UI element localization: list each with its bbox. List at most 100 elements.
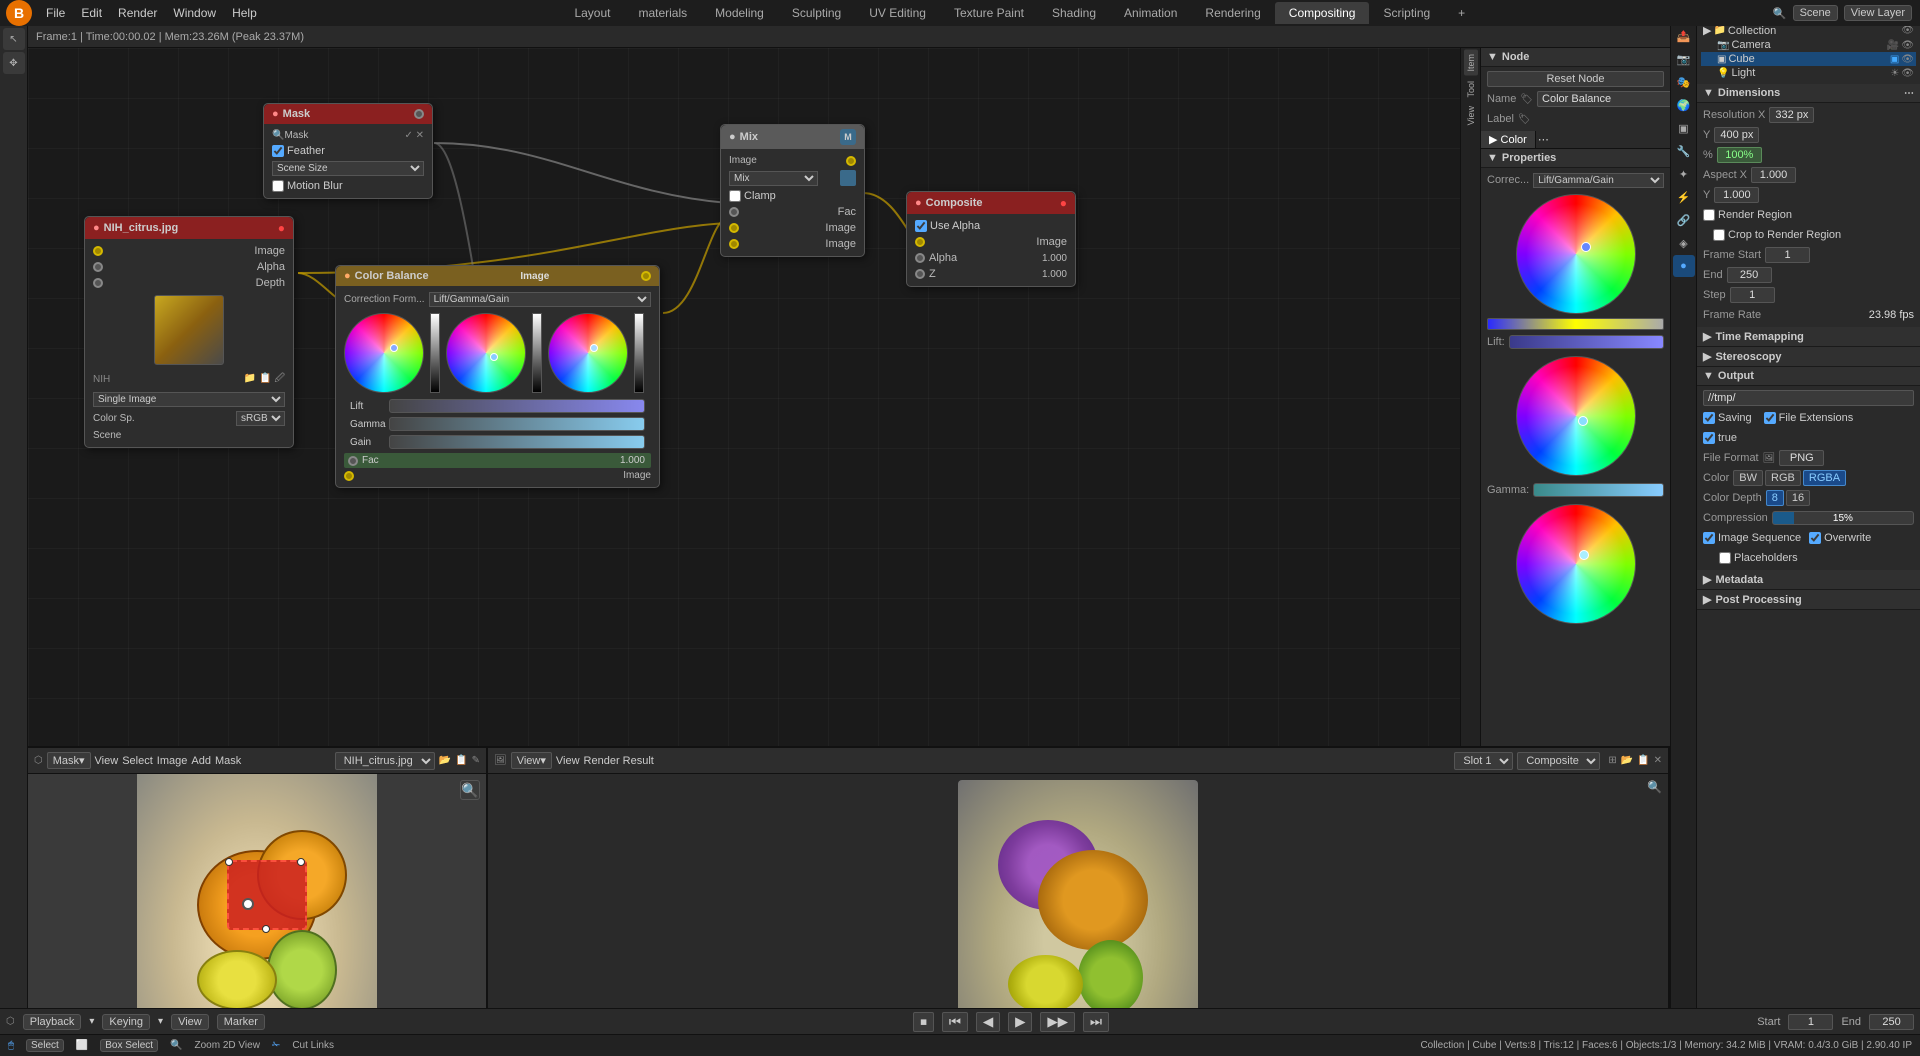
tab-materials[interactable]: materials <box>624 2 701 24</box>
tab-sculpting[interactable]: Sculpting <box>778 2 855 24</box>
tab-modeling[interactable]: Modeling <box>701 2 778 24</box>
tab-layout[interactable]: Layout <box>560 2 624 24</box>
tab-texture-paint[interactable]: Texture Paint <box>940 2 1038 24</box>
props-icon-scene[interactable]: 🎭 <box>1673 71 1695 93</box>
sidebar-tool-2[interactable]: ↖ <box>3 28 25 50</box>
node-canvas-area[interactable]: ● Mask 🔍 Mask ✓ ✕ <box>28 48 1460 746</box>
mask-point-1[interactable] <box>225 858 233 866</box>
frame-end-val[interactable]: 250 <box>1727 267 1772 283</box>
color-balance-node[interactable]: ● Color Balance Image Correction Form...… <box>335 265 660 488</box>
depth-8-btn[interactable]: 8 <box>1766 490 1784 506</box>
composite-select[interactable]: Composite <box>1517 752 1600 770</box>
mask-point-3[interactable] <box>262 925 270 933</box>
scene-selector[interactable]: Scene <box>1793 5 1838 21</box>
sidebar-tool-3[interactable]: ✥ <box>3 52 25 74</box>
file-format-val[interactable]: PNG <box>1779 450 1824 466</box>
view-timeline-menu[interactable]: View <box>171 1014 209 1030</box>
img-add-btn[interactable]: Add <box>191 755 211 767</box>
mask-node[interactable]: ● Mask 🔍 Mask ✓ ✕ <box>263 103 433 199</box>
mask-point-2[interactable] <box>297 858 305 866</box>
props-icon-constraints[interactable]: 🔗 <box>1673 209 1695 231</box>
bw-btn[interactable]: BW <box>1733 470 1763 486</box>
tab-shading[interactable]: Shading <box>1038 2 1110 24</box>
props-section-header[interactable]: ▼ Properties <box>1481 149 1670 168</box>
playback-menu[interactable]: Playback <box>23 1014 82 1030</box>
frame-step-val[interactable]: 1 <box>1730 287 1775 303</box>
props-icon-data[interactable]: ◈ <box>1673 232 1695 254</box>
props-icon-particles[interactable]: ✦ <box>1673 163 1695 185</box>
gain-prop-wheel[interactable] <box>1516 504 1636 624</box>
res-x-val[interactable]: 332 px <box>1769 107 1814 123</box>
mask-view-btn[interactable]: Mask▾ <box>47 752 91 769</box>
keying-menu[interactable]: Keying <box>102 1014 150 1030</box>
tab-animation[interactable]: Animation <box>1110 2 1191 24</box>
lift-bar[interactable] <box>389 399 645 413</box>
props-icon-material[interactable]: ● <box>1673 255 1695 277</box>
props-icon-modifier[interactable]: 🔧 <box>1673 140 1695 162</box>
menu-file[interactable]: File <box>38 4 73 22</box>
render-region-cb[interactable]: Render Region <box>1703 209 1792 221</box>
light-row[interactable]: 💡 Light ☀ 👁 <box>1701 66 1916 80</box>
tab-uv-editing[interactable]: UV Editing <box>855 2 940 24</box>
cache-result-cb[interactable]: true <box>1703 432 1737 444</box>
next-keyframe-btn[interactable]: ⏭ <box>1083 1012 1109 1032</box>
render-zoom-btn[interactable]: 🔍 <box>1647 780 1662 794</box>
prev-keyframe-btn[interactable]: ⏮ <box>942 1012 968 1032</box>
compression-slider[interactable]: 15% <box>1772 511 1914 525</box>
box-select-btn-status[interactable]: Box Select <box>100 1039 158 1052</box>
gain-color-wheel[interactable] <box>548 313 628 393</box>
marker-menu[interactable]: Marker <box>217 1014 265 1030</box>
prev-frame-btn[interactable]: ◀ <box>976 1012 1000 1032</box>
image-seq-cb[interactable]: Image Sequence <box>1703 532 1801 544</box>
keying-arrow[interactable]: ▾ <box>158 1016 163 1027</box>
colorspace-select[interactable]: sRGB <box>236 411 285 426</box>
stop-btn[interactable]: ⏹ <box>913 1012 934 1032</box>
menu-help[interactable]: Help <box>224 4 265 22</box>
props-icon-world[interactable]: 🌍 <box>1673 94 1695 116</box>
tab-more[interactable]: ⋯ <box>1536 131 1551 148</box>
dimensions-header[interactable]: ▼ Dimensions ⋯ <box>1697 84 1920 103</box>
props-icon-physics[interactable]: ⚡ <box>1673 186 1695 208</box>
tab-view[interactable]: View <box>1464 102 1478 129</box>
saving-cb[interactable]: Saving <box>1703 412 1752 424</box>
placeholders-cb[interactable]: Placeholders <box>1703 552 1798 564</box>
end-frame-input[interactable]: 250 <box>1869 1014 1914 1030</box>
playback-menu-arrow[interactable]: ▾ <box>89 1016 94 1027</box>
image-type-select[interactable]: Single Image <box>93 392 285 407</box>
img-mask-btn[interactable]: Mask <box>215 755 241 767</box>
gamma-bar[interactable] <box>389 417 645 431</box>
node-section-header[interactable]: ▼ Node <box>1481 48 1670 67</box>
tab-color[interactable]: ▶ Color <box>1481 131 1536 148</box>
select-btn-status[interactable]: Select <box>26 1039 64 1052</box>
file-ext-cb[interactable]: File Extensions <box>1764 412 1854 424</box>
menu-edit[interactable]: Edit <box>73 4 110 22</box>
start-frame-input[interactable]: 1 <box>1788 1014 1833 1030</box>
reset-node-btn[interactable]: Reset Node <box>1487 71 1664 87</box>
composite-node[interactable]: ● Composite ● Use Alpha <box>906 191 1076 287</box>
next-frame-btn[interactable]: ▶▶ <box>1040 1012 1075 1032</box>
aspect-y-val[interactable]: 1.000 <box>1714 187 1759 203</box>
tab-add[interactable]: + <box>1444 2 1479 24</box>
rgba-btn[interactable]: RGBA <box>1803 470 1846 486</box>
camera-row[interactable]: 📷 Camera 🎥 👁 <box>1701 38 1916 52</box>
aspect-x-val[interactable]: 1.000 <box>1751 167 1796 183</box>
output-path-input[interactable] <box>1703 390 1914 406</box>
image-node[interactable]: ● NIH_citrus.jpg ● Image Alpha <box>84 216 294 448</box>
use-alpha-checkbox[interactable]: Use Alpha <box>915 220 980 232</box>
props-icon-view-layer[interactable]: 📷 <box>1673 48 1695 70</box>
tab-scripting[interactable]: Scripting <box>1369 2 1444 24</box>
lift-prop-wheel[interactable] <box>1516 194 1636 314</box>
mask-size-select[interactable]: Scene Size <box>272 161 424 176</box>
gain-bar[interactable] <box>389 435 645 449</box>
stereoscopy-header[interactable]: ▶ Stereoscopy <box>1697 347 1920 367</box>
tab-item-item[interactable]: Item <box>1464 50 1478 76</box>
render-result-btn[interactable]: Render Result <box>584 755 654 767</box>
res-pct-val[interactable]: 100% <box>1717 147 1762 163</box>
play-btn[interactable]: ▶ <box>1008 1012 1032 1032</box>
node-name-input[interactable] <box>1537 91 1670 107</box>
lift-slider-prop[interactable] <box>1509 335 1664 349</box>
metadata-header[interactable]: ▶ Metadata <box>1697 570 1920 590</box>
frame-start-val[interactable]: 1 <box>1765 247 1810 263</box>
view-layer-selector[interactable]: View Layer <box>1844 5 1912 21</box>
menu-render[interactable]: Render <box>110 4 165 22</box>
